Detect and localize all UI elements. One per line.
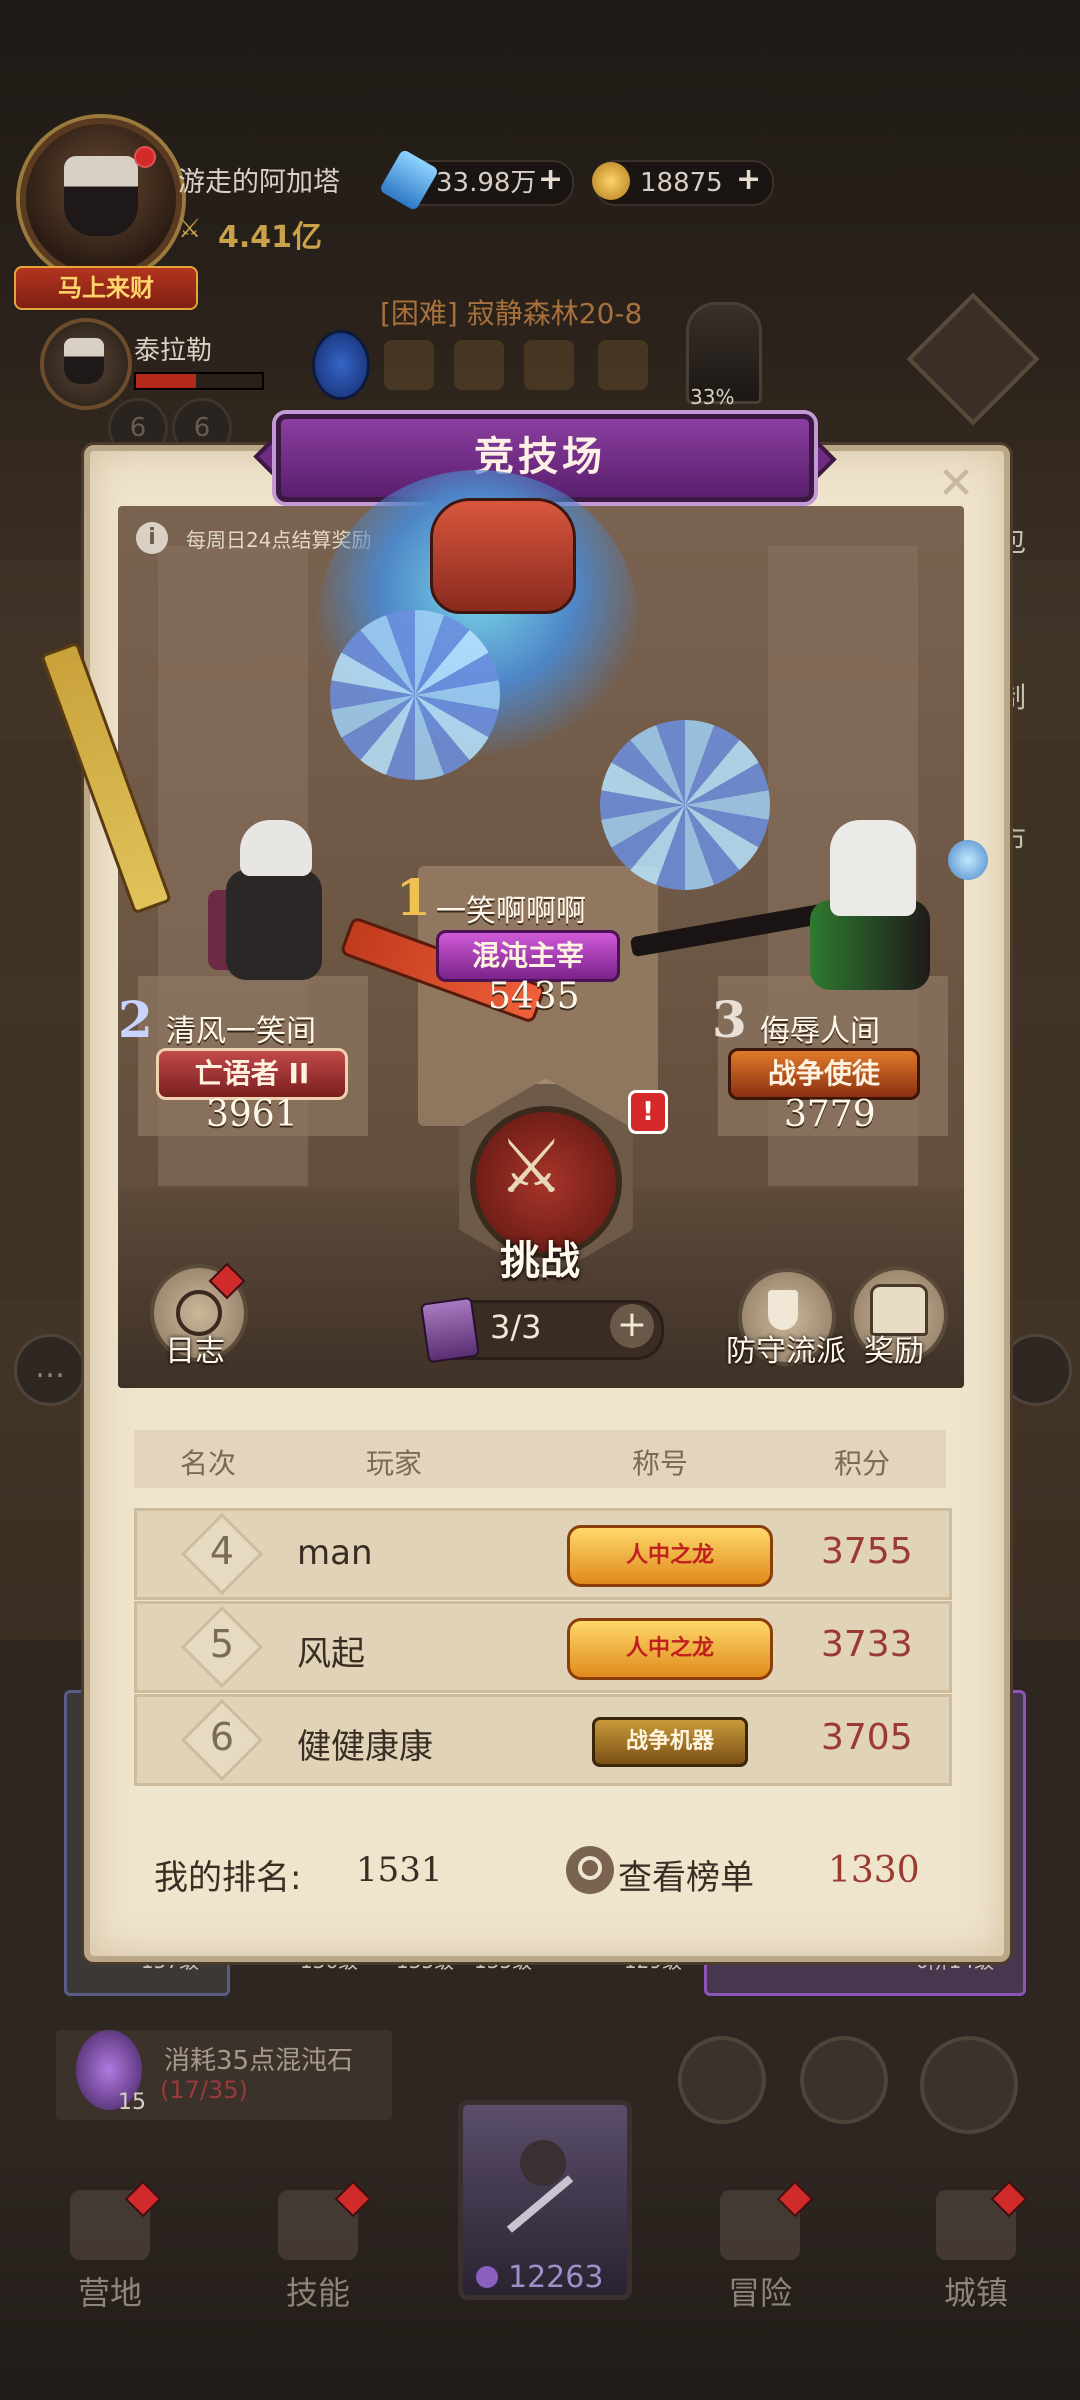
hero-face: [64, 338, 104, 384]
crystal-value: 33.98万: [436, 168, 537, 198]
row-rank: 6: [209, 1715, 235, 1759]
gold-value: 18875: [640, 168, 723, 198]
rank-3-number: 3: [712, 990, 747, 1049]
rank-2-name[interactable]: 清风一笑间: [166, 1006, 316, 1050]
rank-2-number: 2: [118, 990, 153, 1049]
table-row[interactable]: 4 man 人中之龙 3755: [134, 1508, 952, 1600]
row-title-badge: 人中之龙: [567, 1525, 773, 1587]
ticket-count: 3/3: [490, 1308, 542, 1346]
alert-icon: !: [628, 1090, 668, 1134]
stage-node: [524, 340, 574, 390]
row-player: man: [297, 1533, 373, 1573]
close-icon[interactable]: ✕: [934, 462, 978, 506]
my-rank-label: 我的排名:: [154, 1858, 302, 1898]
rank-3-name[interactable]: 侮辱人间: [760, 1006, 880, 1050]
defense-label[interactable]: 防守流派: [716, 1326, 856, 1370]
row-title-badge: 人中之龙: [567, 1618, 773, 1680]
fighter-body: [226, 870, 322, 980]
nav-label: 营地: [77, 2274, 142, 2312]
stage-node: [598, 340, 648, 390]
notification-dot: [134, 146, 156, 168]
nav-label: 技能: [285, 2274, 350, 2312]
soul-gem-icon: [476, 2266, 498, 2288]
player-name: 游走的阿加塔: [178, 167, 340, 198]
row-rank: 4: [209, 1529, 235, 1573]
nav-camp[interactable]: 营地: [50, 2190, 170, 2314]
row-player: 健健康康: [297, 1727, 433, 1767]
hero-avatar[interactable]: [40, 318, 132, 410]
crown-button[interactable]: [800, 2036, 888, 2124]
rank-3-title-badge: 战争使徒: [728, 1048, 920, 1100]
wing-fan: [330, 610, 500, 780]
rank-1-number: 1: [396, 868, 431, 927]
crystal-plus-icon[interactable]: +: [538, 162, 563, 197]
stage-node: [454, 340, 504, 390]
spirit-pet-icon: [948, 840, 988, 880]
fighter-hair: [830, 820, 916, 916]
rank-3-score: 3779: [784, 1094, 876, 1135]
fighter-hair: [240, 820, 312, 876]
power-icon: ⚔: [178, 214, 202, 244]
header-player: 玩家: [366, 1447, 423, 1480]
row-player: 风起: [297, 1634, 365, 1674]
shield-icon: [768, 1290, 798, 1330]
hero-hp-bar: [134, 372, 264, 390]
row-score: 3755: [821, 1531, 913, 1572]
header-title: 称号: [632, 1447, 689, 1480]
wing-fan: [600, 720, 770, 890]
fortune-ribbon[interactable]: 马上来财: [14, 266, 198, 310]
row-title-badge: 战争机器: [592, 1717, 748, 1767]
skull-icon: [520, 2140, 566, 2186]
add-ticket-button[interactable]: +: [610, 1304, 654, 1348]
second-place-fighter[interactable]: [190, 820, 340, 990]
rank-2-score: 3961: [206, 1094, 298, 1135]
blue-gem-icon: [312, 330, 370, 400]
hero-name: 泰拉勒: [134, 336, 213, 366]
row-rank: 5: [209, 1622, 235, 1666]
log-label[interactable]: 日志: [145, 1326, 245, 1370]
table-row[interactable]: 5 风起 人中之龙 3733: [134, 1601, 952, 1693]
helmet-button[interactable]: [920, 2036, 1018, 2134]
consume-progress: (17/35): [160, 2076, 248, 2104]
stage-node: [384, 340, 434, 390]
stage-title: [困难] 寂静森林20-8: [380, 297, 643, 330]
magnifier-glyph: [578, 1856, 602, 1880]
my-rank-value: 1531: [356, 1850, 443, 1890]
third-place-fighter[interactable]: [629, 820, 950, 1000]
ticket-icon: [420, 1296, 480, 1364]
nav-label: 冒险: [727, 2274, 792, 2312]
reward-label[interactable]: 奖励: [844, 1326, 944, 1370]
nav-label: 城镇: [943, 2274, 1008, 2312]
nav-town[interactable]: 城镇: [916, 2190, 1036, 2314]
row-score: 3733: [821, 1624, 913, 1665]
rank-2-title-badge: 亡语者 II: [156, 1048, 348, 1100]
header-score: 积分: [834, 1447, 891, 1480]
chat-icon[interactable]: …: [14, 1334, 86, 1406]
chaos-count: 15: [118, 2090, 146, 2115]
view-leaderboard-button[interactable]: 查看榜单: [618, 1850, 754, 1899]
consume-text: 消耗35点混沌石: [164, 2046, 354, 2076]
avatar-face: [64, 156, 138, 236]
table-row[interactable]: 6 健健康康 战争机器 3705: [134, 1694, 952, 1786]
nav-center-value: 12263: [508, 2260, 604, 2295]
my-score: 1330: [828, 1850, 920, 1891]
header-rank: 名次: [180, 1447, 237, 1480]
arena-title: 竞技场: [474, 434, 606, 480]
rank-1-title-badge: 混沌主宰: [436, 930, 620, 982]
gold-coin-icon: [592, 162, 630, 200]
power-value: 4.41亿: [218, 220, 323, 255]
champion-dragon[interactable]: [430, 498, 576, 614]
battle-icon[interactable]: [1000, 1334, 1072, 1406]
gold-plus-icon[interactable]: +: [736, 162, 761, 197]
crossed-swords-icon: ⚔: [498, 1124, 565, 1210]
rank-1-name[interactable]: 一笑啊啊啊: [436, 886, 586, 930]
row-score: 3705: [821, 1717, 913, 1758]
leaderboard-header: 名次 玩家 称号 积分: [134, 1430, 946, 1488]
refresh-button[interactable]: [678, 2036, 766, 2124]
rank-1-score: 5435: [488, 976, 580, 1017]
gate-percent: 33%: [690, 385, 735, 409]
player-avatar[interactable]: [20, 118, 182, 280]
challenge-label[interactable]: 挑战: [460, 1228, 620, 1286]
info-icon[interactable]: i: [136, 522, 168, 554]
